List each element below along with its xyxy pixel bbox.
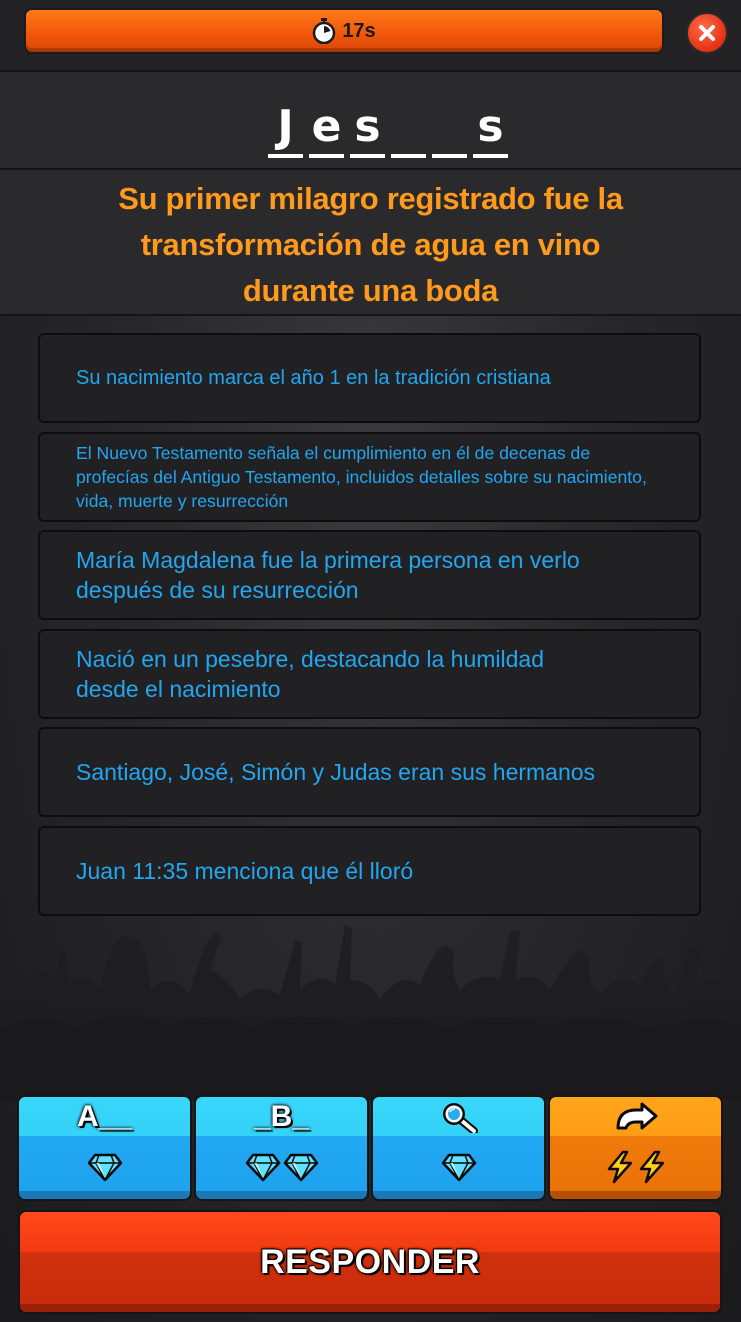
clue-text: Su nacimiento marca el año 1 en la tradi… <box>76 366 551 389</box>
powerup-cost <box>373 1147 544 1187</box>
powerup-cost <box>550 1147 721 1187</box>
timer-bar: 17s <box>24 8 664 54</box>
skip-question-button[interactable] <box>548 1095 723 1201</box>
answer-letter-slot: J <box>268 104 303 158</box>
close-button[interactable] <box>686 12 728 54</box>
current-clue-line: transformación de agua en vino <box>140 227 601 262</box>
answer-letter-slot: e <box>309 104 344 158</box>
close-icon <box>699 25 715 41</box>
top-bar: 17s <box>0 0 741 72</box>
powerup-cost <box>19 1147 190 1187</box>
clue-card[interactable]: Santiago, José, Simón y Judas eran sus h… <box>38 727 701 817</box>
current-clue-line: Su primer milagro registrado fue la <box>118 181 623 216</box>
powerup-cost <box>196 1147 367 1187</box>
answer-word: J e s s <box>268 104 508 158</box>
powerup-label: A__ <box>76 1100 133 1133</box>
clue-card[interactable]: Juan 11:35 menciona que él lloró <box>38 826 701 916</box>
current-clue-area: Su primer milagro registrado fue la tran… <box>0 170 741 316</box>
clue-card[interactable]: Nació en un pesebre, destacando la humil… <box>38 629 701 719</box>
crowd-silhouette <box>0 925 741 1100</box>
answer-letter-slot <box>391 104 426 158</box>
powerup-icon-area <box>550 1099 721 1135</box>
clue-text: Juan 11:35 menciona que él lloró <box>76 858 414 884</box>
powerup-label: _B_ <box>253 1100 310 1133</box>
reveal-first-letter-button[interactable]: A__ <box>17 1095 192 1201</box>
timer-label: 17s <box>342 19 376 42</box>
clue-card[interactable]: María Magdalena fue la primera persona e… <box>38 530 701 620</box>
stopwatch-icon <box>313 18 336 44</box>
clue-text: Santiago, José, Simón y Judas eran sus h… <box>76 759 596 785</box>
clue-text: El Nuevo Testamento señala el cumplimien… <box>76 443 647 511</box>
clue-card[interactable]: El Nuevo Testamento señala el cumplimien… <box>38 432 701 522</box>
clue-card[interactable]: Su nacimiento marca el año 1 en la tradi… <box>38 333 701 423</box>
lightning-icon <box>639 1150 664 1184</box>
clue-text: María Magdalena fue la primera persona e… <box>76 547 580 603</box>
powerup-icon-area <box>373 1099 544 1135</box>
lightning-icon <box>607 1150 632 1184</box>
answer-letter-slot: s <box>473 104 508 158</box>
answer-letter-slot <box>432 104 467 158</box>
magnifier-icon <box>442 1103 478 1133</box>
hint-magnifier-button[interactable] <box>371 1095 546 1201</box>
submit-label: RESPONDER <box>260 1242 480 1281</box>
diamond-icon <box>441 1153 476 1182</box>
answer-letter-slot: s <box>350 104 385 158</box>
reveal-middle-letter-button[interactable]: _B_ <box>194 1095 369 1201</box>
diamond-icon <box>283 1153 318 1182</box>
current-clue-line: durante una boda <box>242 273 499 308</box>
clue-text: Nació en un pesebre, destacando la humil… <box>76 646 544 702</box>
skip-arrow-icon <box>616 1102 657 1130</box>
answer-area: J e s s <box>0 72 741 170</box>
submit-button[interactable]: RESPONDER <box>18 1210 722 1314</box>
current-clue: Su primer milagro registrado fue la tran… <box>60 176 681 314</box>
diamond-icon <box>87 1153 122 1182</box>
diamond-icon <box>245 1153 280 1182</box>
